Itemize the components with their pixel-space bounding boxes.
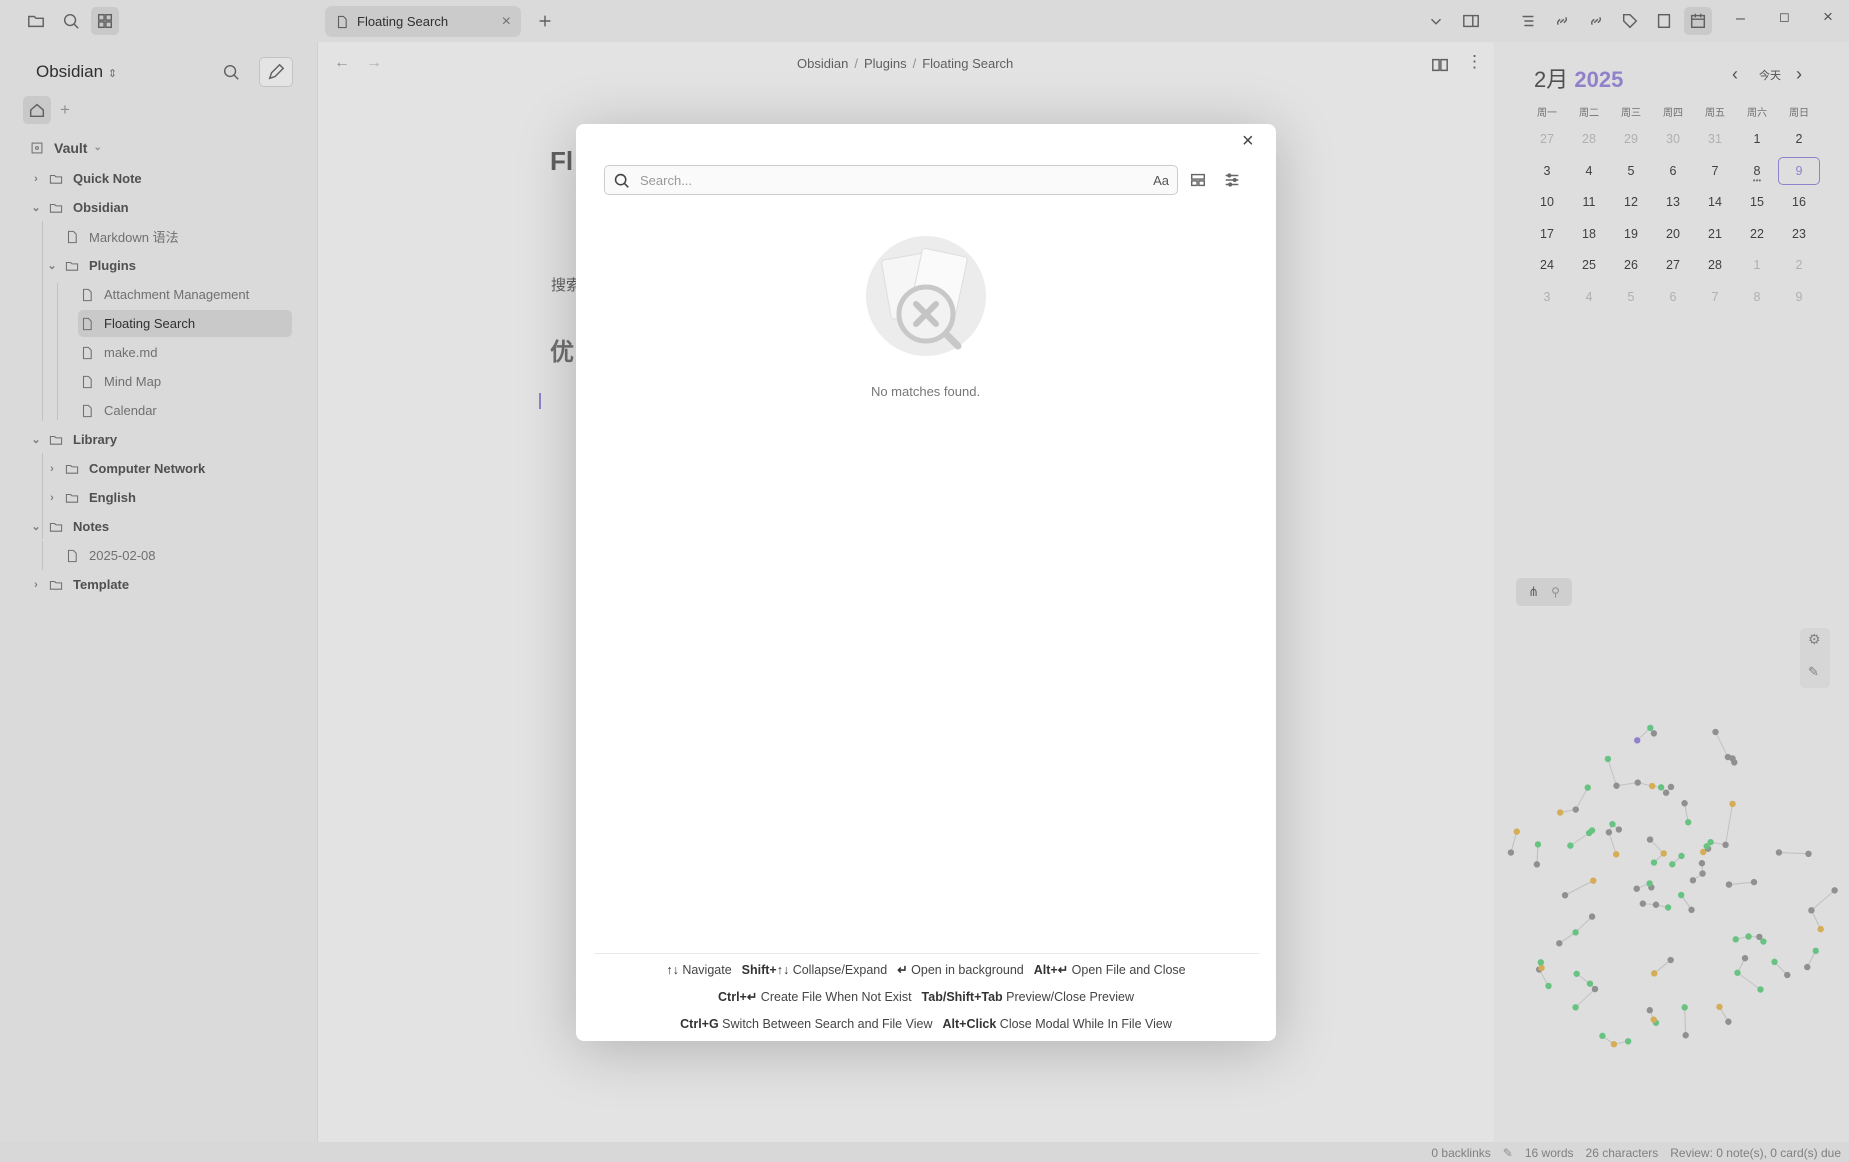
search-icon bbox=[614, 173, 629, 188]
hint-divider bbox=[594, 953, 1260, 954]
shortcut-label: Switch Between Search and File View bbox=[718, 1017, 933, 1031]
shortcut-label: Close Modal While In File View bbox=[996, 1017, 1172, 1031]
modal-close-icon[interactable]: × bbox=[1242, 130, 1254, 153]
shortcut-key: Ctrl+↵ bbox=[718, 990, 758, 1004]
shortcut-label: Open in background bbox=[907, 963, 1024, 977]
shortcut-label: Collapse/Expand bbox=[789, 963, 888, 977]
shortcut-hint: Ctrl+↵ Create File When Not Exist bbox=[718, 990, 912, 1004]
shortcut-label: Open File and Close bbox=[1068, 963, 1186, 977]
filter-settings-icon[interactable] bbox=[1218, 166, 1246, 194]
shortcut-hint: Shift+↑↓ Collapse/Expand bbox=[742, 963, 888, 977]
shortcut-hint: Tab/Shift+Tab Preview/Close Preview bbox=[922, 990, 1134, 1004]
shortcut-key: Shift+↑↓ bbox=[741, 963, 790, 977]
no-results-illustration bbox=[866, 236, 986, 356]
shortcut-key: ↑↓ bbox=[666, 963, 679, 977]
shortcut-key: Alt+↵ bbox=[1033, 963, 1069, 977]
shortcut-key: Alt+Click bbox=[942, 1017, 997, 1031]
empty-state-message: No matches found. bbox=[870, 384, 981, 399]
hint-row: ↑↓ Navigate Shift+↑↓ Collapse/Expand ↵ Ope… bbox=[576, 962, 1276, 977]
shortcut-key: ↵ bbox=[897, 963, 908, 977]
shortcut-hint: ↑↓ Navigate bbox=[666, 963, 731, 977]
search-input[interactable] bbox=[640, 172, 1148, 188]
hint-row: Ctrl+G Switch Between Search and File Vi… bbox=[576, 1017, 1276, 1031]
hint-row: Ctrl+↵ Create File When Not Exist Tab/Shi… bbox=[576, 989, 1276, 1004]
view-layout-icon[interactable] bbox=[1184, 166, 1212, 194]
match-case-toggle[interactable]: Aa bbox=[1153, 173, 1169, 188]
shortcut-hint: ↵ Open in background bbox=[897, 963, 1024, 977]
shortcut-hint: Alt+↵ Open File and Close bbox=[1034, 963, 1186, 977]
shortcut-label: Create File When Not Exist bbox=[757, 990, 912, 1004]
shortcut-key: Ctrl+G bbox=[680, 1017, 719, 1031]
shortcut-hint: Ctrl+G Switch Between Search and File Vi… bbox=[680, 1017, 932, 1031]
shortcut-key: Tab/Shift+Tab bbox=[921, 990, 1003, 1004]
shortcut-label: Navigate bbox=[678, 963, 732, 977]
shortcut-hint: Alt+Click Close Modal While In File View bbox=[942, 1017, 1171, 1031]
shortcut-label: Preview/Close Preview bbox=[1002, 990, 1134, 1004]
search-field[interactable]: Aa bbox=[604, 165, 1178, 195]
